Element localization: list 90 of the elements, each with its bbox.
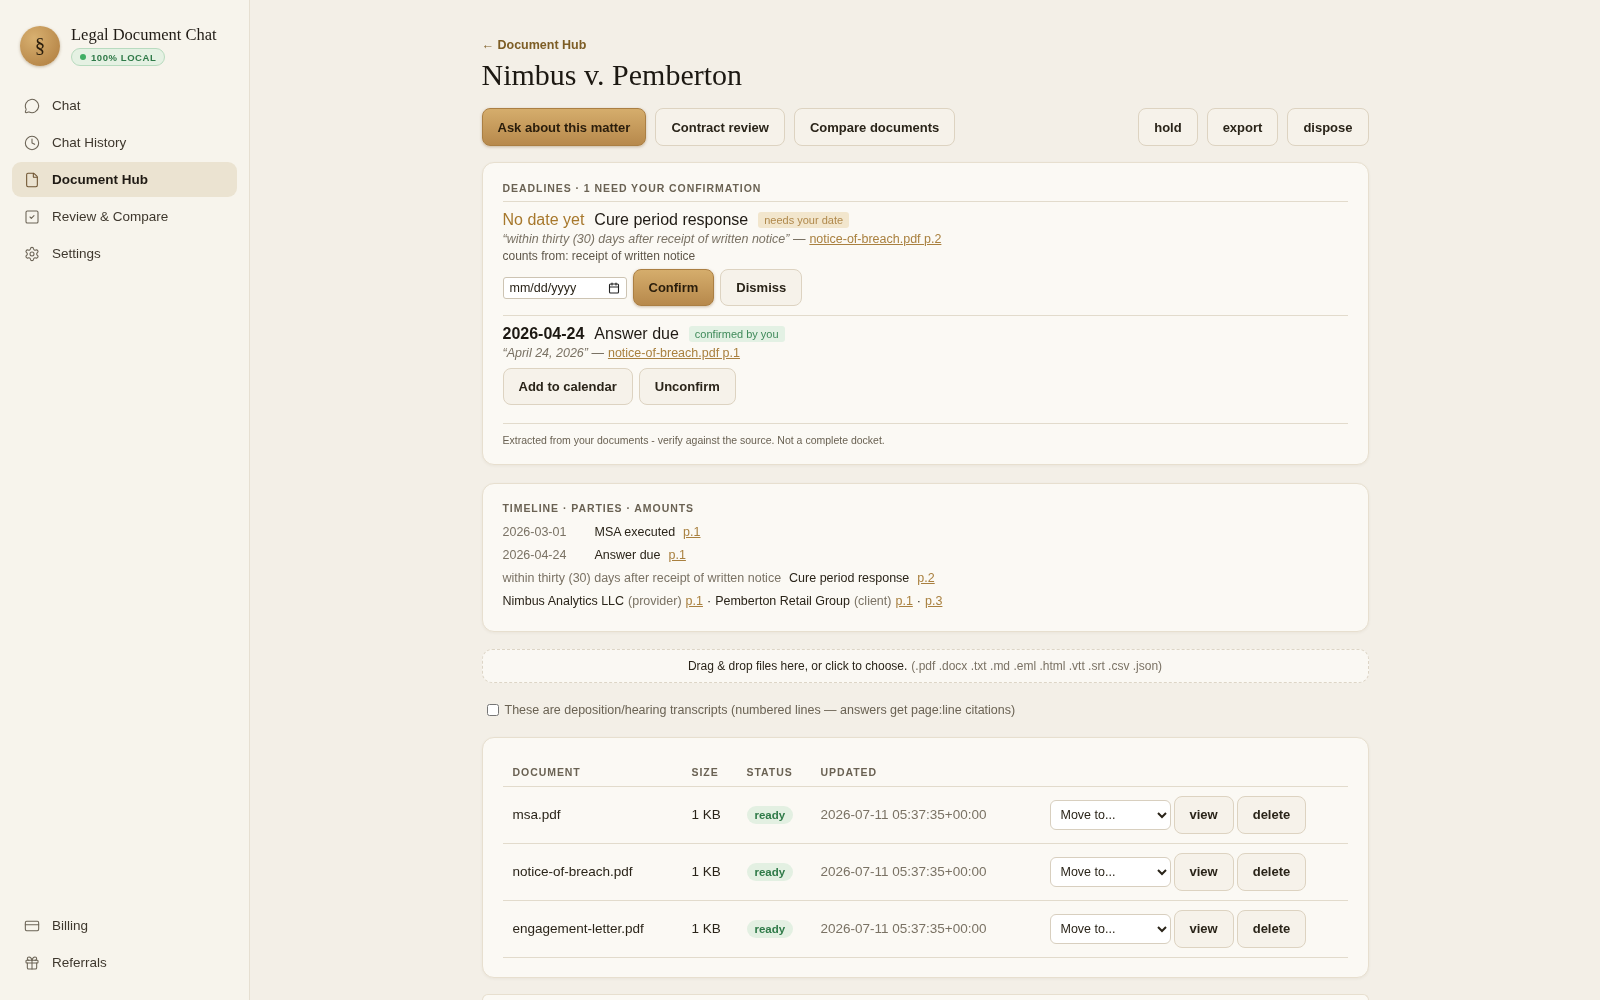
matter-button[interactable]: hold — [1138, 108, 1198, 146]
deadline-button[interactable]: Unconfirm — [638, 368, 736, 405]
matter-title: Nimbus v. Pemberton — [481, 57, 744, 93]
move-to-select[interactable]: Move to... — [1049, 856, 1171, 887]
table-cell: notice-of-breach.pdf — [502, 843, 682, 900]
nav-item[interactable]: Document Hub — [12, 162, 237, 197]
row-action-button[interactable]: view — [1173, 852, 1234, 891]
clock-icon — [24, 134, 40, 151]
status-tag: needs your date — [758, 212, 850, 228]
party-name: Pemberton Retail Group — [715, 593, 850, 610]
citation-link[interactable]: p.1 — [685, 592, 703, 610]
table-cell: 2026-07-11 05:37:35+00:00 — [810, 786, 1040, 843]
nav-item[interactable]: Billing — [12, 908, 237, 943]
transcripts-checkbox[interactable] — [486, 704, 499, 716]
status-tag: confirmed by you — [688, 326, 785, 342]
deadline-button[interactable]: Dismiss — [720, 269, 803, 306]
row-action-button[interactable]: delete — [1236, 909, 1307, 948]
counts-from-text: counts from: receipt of written notice — [502, 248, 697, 264]
nav-item[interactable]: Referrals — [12, 945, 237, 980]
matter-button[interactable]: dispose — [1287, 108, 1369, 146]
citation-link[interactable]: p.1 — [668, 546, 686, 564]
checked-box-icon — [24, 208, 40, 225]
column-header: DOCUMENT — [502, 758, 682, 786]
table-cell: msa.pdf — [502, 786, 682, 843]
nav-item[interactable]: Chat History — [12, 125, 237, 160]
deadline-title: Cure period response — [594, 210, 749, 230]
document-icon — [24, 171, 40, 188]
deadline-button[interactable]: Confirm — [632, 269, 715, 306]
date-field[interactable]: mm/dd/yyyy — [502, 276, 627, 299]
source-quote: “within thirty (30) days after receipt of written notice” — — [502, 231, 806, 248]
status-tag: ready — [746, 862, 794, 881]
source-quote: “April 24, 2026” — — [502, 345, 604, 362]
action-button[interactable]: Compare documents — [793, 108, 956, 146]
timeline-event: Answer due — [594, 547, 661, 564]
status-tag: ready — [746, 805, 794, 824]
move-to-select[interactable]: Move to... — [1049, 799, 1171, 830]
deadline-date: 2026-04-24 — [502, 324, 585, 344]
gift-icon — [24, 954, 40, 971]
table-cell: 1 KB — [681, 786, 737, 843]
table-cell: 2026-07-11 05:37:35+00:00 — [810, 843, 1040, 900]
timeline-date: 2026-04-24 — [502, 547, 568, 564]
checkbox-label: These are deposition/hearing transcripts (numbered lines — answers get page:line citations) — [504, 702, 1016, 719]
disclaimer-text: Extracted from your documents - verify against the source. Not a complete docket. — [502, 423, 1348, 447]
local-label: 100% LOCAL — [91, 51, 157, 63]
timeline-event: Cure period response — [789, 570, 910, 587]
matter-button[interactable]: export — [1206, 108, 1279, 146]
action-button[interactable]: Contract review — [655, 108, 785, 146]
party-role: (provider) — [628, 593, 682, 610]
column-header: SIZE — [681, 758, 737, 786]
back-link[interactable]: ← Document Hub — [481, 37, 587, 53]
chat-bubble-icon — [24, 97, 40, 114]
deadline-button[interactable]: Add to calendar — [502, 368, 633, 405]
party-name: Nimbus Analytics LLC — [502, 593, 625, 610]
row-action-button[interactable]: view — [1173, 795, 1234, 834]
citation-link[interactable]: p.2 — [917, 569, 935, 587]
action-button[interactable]: Ask about this matter — [481, 108, 647, 146]
calendar-icon — [607, 281, 620, 294]
row-action-button[interactable]: delete — [1236, 852, 1307, 891]
timeline-event: MSA executed — [594, 524, 676, 541]
party-role: (client) — [853, 593, 892, 610]
source-link[interactable]: notice-of-breach.pdf p.2 — [809, 231, 942, 248]
drop-zone[interactable]: Drag & drop files here, or click to choose. (.pdf .docx .txt .md .eml .html .vtt .srt .csv .json) — [481, 649, 1369, 683]
status-dot-icon — [80, 54, 86, 60]
column-header: STATUS — [736, 758, 811, 786]
deadline-date: No date yet — [502, 210, 585, 230]
citation-link[interactable]: p.3 — [925, 592, 943, 610]
nav-item[interactable]: Review & Compare — [12, 199, 237, 234]
settings-icon — [24, 245, 40, 262]
section-heading: TIMELINE · PARTIES · AMOUNTS — [502, 502, 696, 515]
citation-link[interactable]: p.1 — [895, 592, 913, 610]
table-cell: 1 KB — [681, 843, 737, 900]
app-title: Legal Document Chat — [71, 25, 217, 45]
timeline-date: within thirty (30) days after receipt of written notice — [502, 570, 782, 587]
timeline-date: 2026-03-01 — [502, 524, 568, 541]
row-action-button[interactable]: delete — [1236, 795, 1307, 834]
separator-text: · — [706, 593, 712, 610]
logo: § — [20, 25, 60, 66]
table-cell: 2026-07-11 05:37:35+00:00 — [810, 900, 1040, 957]
move-to-select[interactable]: Move to... — [1049, 913, 1171, 944]
table-cell: engagement-letter.pdf — [502, 900, 682, 957]
nav-item[interactable]: Chat — [12, 88, 237, 123]
nav-item[interactable]: Settings — [12, 236, 237, 271]
separator-text: · — [916, 593, 921, 610]
row-action-button[interactable]: view — [1173, 909, 1234, 948]
section-heading: DEADLINES · 1 NEED YOUR CONFIRMATION — [502, 182, 1348, 202]
table-cell: 1 KB — [681, 900, 737, 957]
source-link[interactable]: notice-of-breach.pdf p.1 — [607, 345, 740, 362]
column-header: UPDATED — [810, 758, 1040, 786]
deadline-title: Answer due — [594, 324, 679, 344]
status-tag: ready — [746, 919, 794, 938]
